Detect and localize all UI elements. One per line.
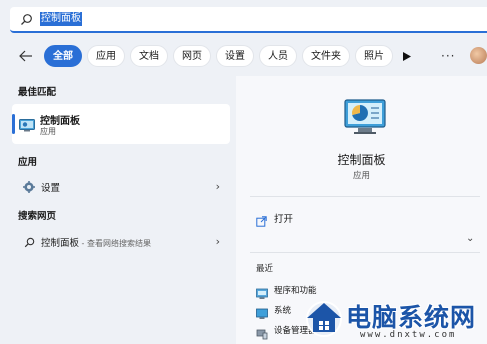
recent-item-label: 系统 bbox=[274, 306, 292, 316]
search-box[interactable]: 控制面板 bbox=[10, 7, 487, 33]
chevron-down-icon[interactable]: ⌄ bbox=[466, 233, 474, 244]
filter-chip-people[interactable]: 人员 bbox=[259, 45, 297, 67]
best-match-result[interactable]: 控制面板 应用 bbox=[12, 104, 230, 144]
house-logo-icon bbox=[304, 298, 344, 338]
web-result[interactable]: 控制面板 - 查看网络搜索结果 › bbox=[12, 231, 230, 253]
filter-chip-web[interactable]: 网页 bbox=[173, 45, 211, 67]
filter-chip-folders[interactable]: 文件夹 bbox=[302, 45, 350, 67]
open-action[interactable]: 打开 bbox=[250, 209, 480, 227]
apps-heading: 应用 bbox=[18, 157, 38, 168]
app-result-settings[interactable]: 设置 › bbox=[12, 176, 230, 198]
divider bbox=[250, 252, 480, 253]
watermark-url: www.dnxtw.com bbox=[360, 330, 457, 340]
detail-title: 控制面板 bbox=[337, 153, 386, 167]
selection-indicator bbox=[12, 114, 15, 134]
best-match-title: 控制面板 bbox=[40, 116, 80, 127]
filter-chip-settings[interactable]: 设置 bbox=[216, 45, 254, 67]
web-result-query: 控制面板 bbox=[41, 238, 80, 249]
arrow-left-icon[interactable] bbox=[18, 48, 34, 64]
control-panel-icon bbox=[19, 117, 35, 136]
recent-item-label: 程序和功能 bbox=[274, 286, 317, 296]
filter-chip-documents[interactable]: 文档 bbox=[130, 45, 168, 67]
detail-subtitle: 应用 bbox=[352, 171, 370, 181]
web-search-heading: 搜索网页 bbox=[18, 211, 57, 222]
device-manager-icon bbox=[256, 325, 268, 340]
filter-chip-apps[interactable]: 应用 bbox=[87, 45, 125, 67]
chevron-right-icon: › bbox=[215, 180, 220, 193]
search-input[interactable]: 控制面板 bbox=[40, 12, 82, 26]
open-external-icon bbox=[256, 212, 267, 231]
settings-gear-icon bbox=[22, 180, 36, 194]
programs-features-icon bbox=[256, 285, 268, 299]
system-icon bbox=[256, 305, 268, 319]
avatar[interactable] bbox=[470, 47, 487, 64]
play-icon[interactable] bbox=[400, 49, 414, 63]
best-match-subtitle: 应用 bbox=[40, 127, 56, 136]
filter-bar: 全部 应用 文档 网页 设置 人员 文件夹 照片 ··· bbox=[0, 42, 487, 70]
search-icon bbox=[22, 235, 36, 249]
filter-chip-photos[interactable]: 照片 bbox=[355, 45, 393, 67]
chevron-right-icon: › bbox=[215, 235, 220, 248]
app-result-label: 设置 bbox=[41, 183, 61, 194]
web-result-suffix: - 查看网络搜索结果 bbox=[79, 239, 151, 248]
open-label: 打开 bbox=[274, 214, 294, 225]
filter-chip-all[interactable]: 全部 bbox=[44, 45, 82, 67]
web-result-label: 控制面板 - 查看网络搜索结果 bbox=[41, 235, 151, 249]
watermark-text: 电脑系统网 bbox=[346, 303, 477, 332]
recent-heading: 最近 bbox=[256, 264, 274, 274]
divider bbox=[250, 196, 480, 197]
control-panel-large-icon bbox=[344, 99, 386, 135]
best-match-heading: 最佳匹配 bbox=[18, 87, 57, 98]
more-options-button[interactable]: ··· bbox=[441, 49, 455, 63]
search-icon bbox=[20, 13, 33, 26]
watermark: 电脑系统网 www.dnxtw.com bbox=[302, 296, 487, 344]
